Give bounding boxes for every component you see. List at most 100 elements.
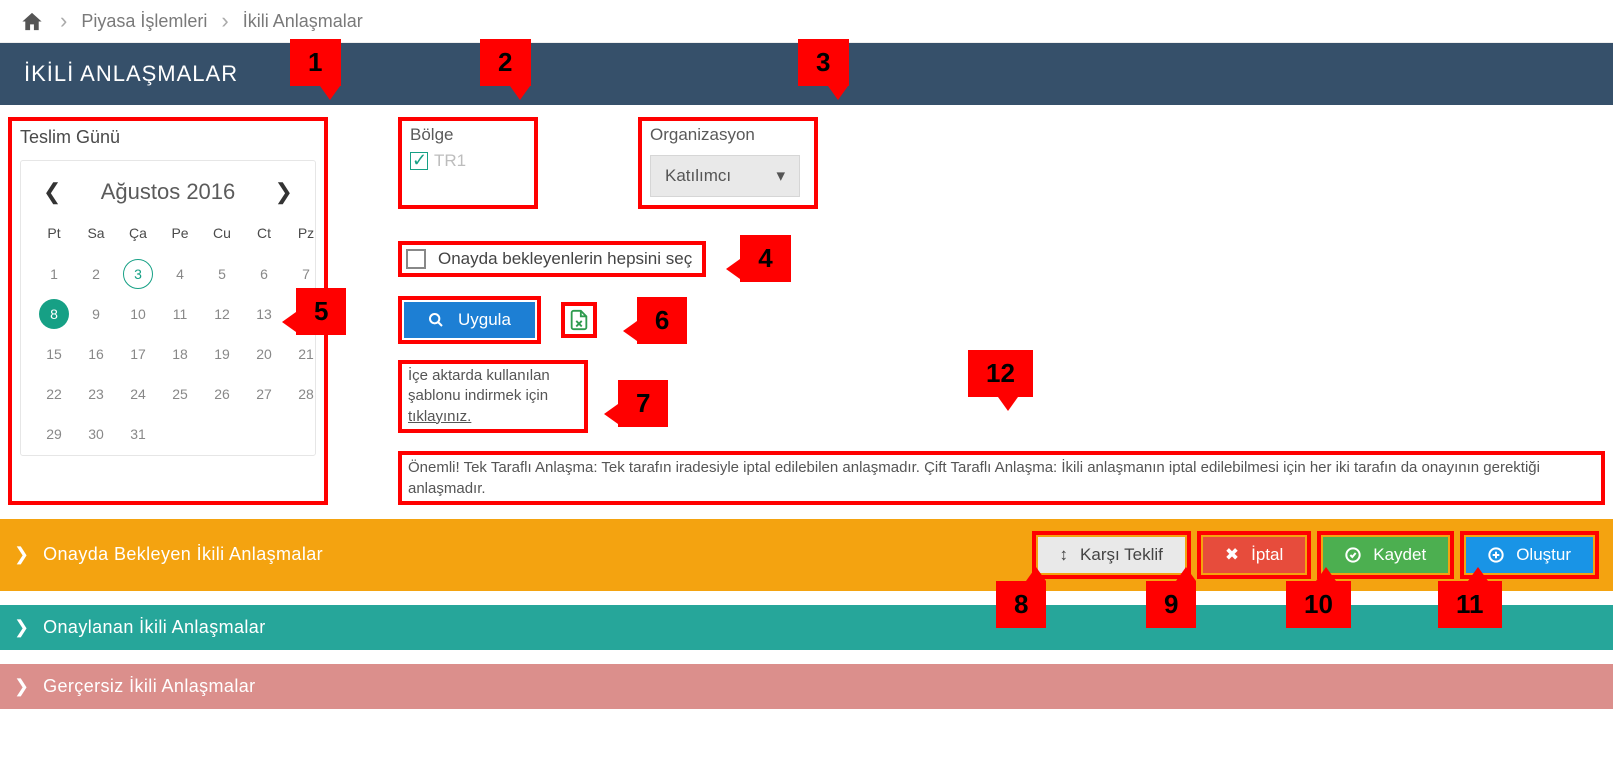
calendar-day[interactable]: 5 — [203, 257, 241, 291]
organization-label: Organizasyon — [650, 125, 806, 145]
apply-button[interactable]: Uygula — [404, 302, 535, 338]
calendar-day[interactable]: 4 — [161, 257, 199, 291]
search-icon — [428, 312, 444, 328]
region-field: Bölge TR1 — [398, 117, 538, 209]
pending-agreements-title: Onayda Bekleyen İkili Anlaşmalar — [43, 544, 323, 565]
breadcrumb-item-agreements[interactable]: İkili Anlaşmalar — [243, 11, 363, 32]
calendar-day[interactable]: 27 — [245, 377, 283, 411]
save-button-wrap: Kaydet — [1317, 531, 1454, 579]
approved-agreements-toggle[interactable]: ❯ Onaylanan İkili Anlaşmalar — [14, 617, 266, 638]
region-checkbox[interactable] — [410, 152, 428, 170]
calendar-day[interactable]: 12 — [203, 297, 241, 331]
calendar-weekday: Pz — [287, 225, 325, 251]
page-title: İKİLİ ANLAŞMALAR — [24, 61, 238, 86]
breadcrumb-item-market[interactable]: Piyasa İşlemleri — [81, 11, 207, 32]
important-note-wrap: Önemli! Tek Taraflı Anlaşma: Tek tarafın… — [398, 451, 1605, 505]
calendar-day[interactable]: 16 — [77, 337, 115, 371]
callout-3: 3 — [798, 39, 849, 86]
calendar-grid: PtSaÇaPeCuCtPz12345678910111213141516171… — [35, 225, 301, 451]
chevron-down-icon: ▾ — [776, 166, 785, 186]
calendar-day[interactable]: 7 — [287, 257, 325, 291]
calendar-day[interactable]: 22 — [35, 377, 73, 411]
chevron-right-icon: ❯ — [14, 676, 29, 697]
select-all-pending-box: Onayda bekleyenlerin hepsini seç — [398, 241, 706, 277]
close-icon: ✖ — [1225, 545, 1239, 565]
home-icon[interactable] — [18, 10, 46, 33]
calendar-day[interactable]: 20 — [245, 337, 283, 371]
cancel-button-wrap: ✖ İptal — [1197, 531, 1311, 579]
chevron-right-icon: ❯ — [14, 617, 29, 638]
calendar-day[interactable]: 21 — [287, 337, 325, 371]
page-title-bar: İKİLİ ANLAŞMALAR 1 2 3 — [0, 43, 1613, 105]
invalid-agreements-toggle[interactable]: ❯ Gerçersiz İkili Anlaşmalar — [14, 676, 256, 697]
apply-button-label: Uygula — [458, 310, 511, 330]
calendar-weekday: Ct — [245, 225, 283, 251]
calendar-day[interactable]: 1 — [35, 257, 73, 291]
calendar-day[interactable]: 17 — [119, 337, 157, 371]
chevron-right-icon: ❯ — [14, 544, 29, 565]
callout-7: 7 — [618, 380, 668, 427]
calendar-weekday: Pe — [161, 225, 199, 251]
calendar-day[interactable]: 28 — [287, 377, 325, 411]
calendar-day[interactable]: 13 — [245, 297, 283, 331]
calendar-prev-icon[interactable]: ❮ — [35, 175, 69, 209]
template-download-wrap: İçe aktarda kullanılan şablonu indirmek … — [398, 360, 588, 433]
pending-agreements-bar: ❯ Onayda Bekleyen İkili Anlaşmalar ↕ Kar… — [0, 519, 1613, 591]
calendar-weekday: Cu — [203, 225, 241, 251]
callout-12: 12 — [968, 350, 1033, 397]
approved-agreements-title: Onaylanan İkili Anlaşmalar — [43, 617, 266, 638]
select-all-pending-checkbox[interactable] — [406, 249, 426, 269]
callout-11: 11 — [1438, 581, 1502, 628]
callout-8: 8 — [996, 581, 1046, 628]
callout-9: 9 — [1146, 581, 1196, 628]
calendar-day[interactable]: 29 — [35, 417, 73, 451]
calendar-card: ❮ Ağustos 2016 ❯ PtSaÇaPeCuCtPz123456789… — [20, 160, 316, 456]
calendar-weekday: Sa — [77, 225, 115, 251]
breadcrumb: › Piyasa İşlemleri › İkili Anlaşmalar — [0, 0, 1613, 43]
pending-agreements-toggle[interactable]: ❯ Onayda Bekleyen İkili Anlaşmalar — [14, 544, 323, 565]
region-label: Bölge — [410, 125, 526, 145]
plus-circle-icon — [1488, 547, 1504, 563]
template-download-link[interactable]: İçe aktarda kullanılan şablonu indirmek … — [408, 366, 578, 427]
counter-offer-button[interactable]: ↕ Karşı Teklif — [1038, 537, 1185, 573]
calendar-day[interactable]: 11 — [161, 297, 199, 331]
calendar-day[interactable]: 24 — [119, 377, 157, 411]
organization-select[interactable]: Katılımcı ▾ — [650, 155, 800, 197]
calendar-month-title: Ağustos 2016 — [101, 179, 236, 205]
calendar-day[interactable]: 10 — [119, 297, 157, 331]
cancel-button[interactable]: ✖ İptal — [1203, 537, 1305, 573]
region-value: TR1 — [434, 151, 466, 171]
breadcrumb-sep: › — [60, 8, 67, 34]
callout-5: 5 — [296, 288, 346, 335]
calendar-day[interactable]: 2 — [77, 257, 115, 291]
invalid-agreements-title: Gerçersiz İkili Anlaşmalar — [43, 676, 255, 697]
calendar-day[interactable]: 8 — [35, 297, 73, 331]
calendar-day[interactable]: 23 — [77, 377, 115, 411]
calendar-day[interactable]: 15 — [35, 337, 73, 371]
excel-export-button[interactable] — [566, 307, 592, 333]
calendar-day[interactable]: 19 — [203, 337, 241, 371]
calendar-day[interactable]: 9 — [77, 297, 115, 331]
calendar-day[interactable]: 25 — [161, 377, 199, 411]
calendar-day[interactable]: 18 — [161, 337, 199, 371]
callout-4: 4 — [740, 235, 790, 282]
invalid-agreements-bar: ❯ Gerçersiz İkili Anlaşmalar — [0, 664, 1613, 709]
counter-offer-button-wrap: ↕ Karşı Teklif — [1032, 531, 1191, 579]
calendar-weekday: Pt — [35, 225, 73, 251]
calendar-day[interactable]: 6 — [245, 257, 283, 291]
check-circle-icon — [1345, 547, 1361, 563]
calendar-day[interactable]: 3 — [119, 257, 157, 291]
save-button[interactable]: Kaydet — [1323, 537, 1448, 573]
approved-agreements-bar: ❯ Onaylanan İkili Anlaşmalar — [0, 605, 1613, 650]
callout-2: 2 — [480, 39, 531, 86]
calendar-day[interactable]: 31 — [119, 417, 157, 451]
organization-field: Organizasyon Katılımcı ▾ — [638, 117, 818, 209]
select-all-pending-label: Onayda bekleyenlerin hepsini seç — [438, 249, 692, 269]
calendar-day[interactable]: 30 — [77, 417, 115, 451]
calendar-next-icon[interactable]: ❯ — [267, 175, 301, 209]
calendar-day[interactable]: 26 — [203, 377, 241, 411]
updown-icon: ↕ — [1060, 545, 1069, 565]
delivery-day-panel: Teslim Günü ❮ Ağustos 2016 ❯ PtSaÇaPeCuC… — [8, 117, 328, 505]
breadcrumb-sep: › — [221, 8, 228, 34]
calendar-weekday: Ça — [119, 225, 157, 251]
